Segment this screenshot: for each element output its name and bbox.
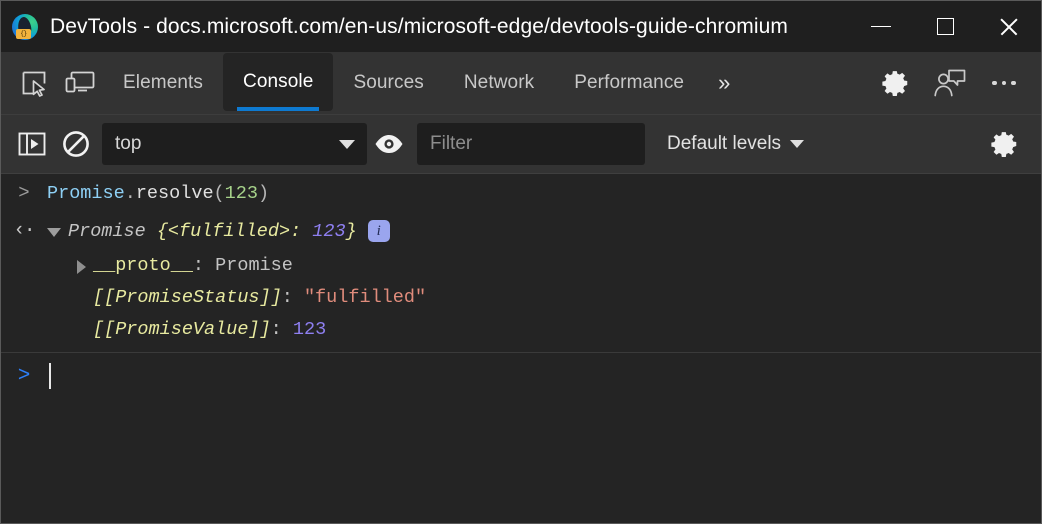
property-key: __proto__ [93,255,193,276]
console-settings-button[interactable] [983,122,1027,166]
tab-network[interactable]: Network [444,52,554,114]
more-tabs-button[interactable]: » [704,52,744,114]
devtools-badge: {} [16,28,31,39]
device-emulation-icon [65,70,95,96]
clear-console-icon [62,130,90,158]
console-message-area[interactable]: > Promise.resolve(123) ‹· Promise {<fulf… [1,173,1041,523]
tab-console[interactable]: Console [223,53,334,111]
log-levels-label: Default levels [667,133,782,154]
return-value-icon: ‹· [13,219,36,241]
close-icon [998,16,1020,38]
code-token-method: resolve [135,182,214,204]
gear-icon [881,68,911,98]
tab-network-label: Network [463,72,535,93]
property-key: [[PromiseStatus]] [93,287,282,308]
tab-sources[interactable]: Sources [333,52,443,114]
devtools-window: {} DevTools - docs.microsoft.com/en-us/m… [0,0,1042,524]
property-separator: : [270,319,293,340]
code-token-number: 123 [224,182,258,204]
result-value: 123 [312,220,346,242]
console-sidebar-toggle-icon [18,131,46,157]
result-state-open: {<fulfilled>: [145,220,313,242]
console-property-promisevalue[interactable]: [[PromiseValue]]: 123 [1,313,1041,345]
inspect-element-button[interactable] [11,60,57,106]
console-toolbar: top Filter Default levels [1,114,1041,173]
more-options-icon [992,80,1016,86]
console-input-message[interactable]: > Promise.resolve(123) [1,174,1041,212]
edge-devtools-icon: {} [12,13,38,40]
clear-console-button[interactable] [54,122,98,166]
javascript-context-select[interactable]: top [102,123,367,165]
more-options-button[interactable] [977,56,1031,110]
code-token-paren-close: ) [257,182,270,204]
feedback-button[interactable] [923,56,977,110]
console-input-code: Promise.resolve(123) [47,174,269,213]
console-filter-input[interactable]: Filter [417,123,645,165]
expand-triangle-icon[interactable] [47,227,61,237]
console-prompt-row[interactable]: > [1,353,1041,399]
prompt-caret-icon: > [17,364,31,388]
info-badge[interactable]: i [367,220,390,242]
window-controls [849,1,1041,52]
devtools-tab-bar: Elements Console Sources Network Perform… [1,52,1041,114]
console-rows: > Promise.resolve(123) ‹· Promise {<fulf… [1,174,1041,399]
chevron-down-icon [339,140,355,149]
tab-performance-label: Performance [574,72,685,93]
code-token-paren-open: ( [213,182,225,204]
result-state-close: } [345,220,357,242]
active-tab-underline [237,107,320,111]
settings-button[interactable] [869,56,923,110]
title-bar-left: {} DevTools - docs.microsoft.com/en-us/m… [1,13,849,40]
console-property-promisestatus[interactable]: [[PromiseStatus]]: "fulfilled" [1,281,1041,313]
title-bar: {} DevTools - docs.microsoft.com/en-us/m… [1,1,1041,52]
property-value: "fulfilled" [303,287,427,308]
code-token-dot: . [124,182,136,204]
console-filter-placeholder: Filter [430,133,473,154]
console-toolbar-actions [983,122,1041,166]
console-result-code: Promise {<fulfilled>: 123} i [47,212,390,250]
minimize-icon [871,26,891,27]
tab-elements[interactable]: Elements [103,52,223,114]
console-result-message[interactable]: ‹· Promise {<fulfilled>: 123} i [1,212,1041,249]
text-cursor [49,363,51,389]
code-token-identifier: Promise [47,182,125,204]
property-key: [[PromiseValue]] [93,319,271,340]
result-object-name: Promise [68,220,146,242]
feedback-person-icon [933,68,967,98]
console-sidebar-toggle-button[interactable] [10,122,54,166]
maximize-button[interactable] [913,1,977,52]
property-value: 123 [292,319,327,340]
input-prompt-icon: > [18,181,30,204]
inspect-element-icon [20,69,48,97]
property-separator: : [281,287,304,308]
collapse-triangle-icon[interactable] [77,259,86,274]
tab-console-label: Console [243,71,314,92]
tab-sources-label: Sources [353,72,424,93]
result-gutter: ‹· [1,212,47,249]
log-levels-select[interactable]: Default levels [667,133,805,155]
javascript-context-value: top [115,133,142,154]
console-property-proto[interactable]: __proto__: Promise [1,249,1041,281]
tab-performance[interactable]: Performance [554,52,704,114]
prompt-gutter: > [1,353,47,399]
window-title: DevTools - docs.microsoft.com/en-us/micr… [50,14,789,38]
input-gutter: > [1,174,47,212]
maximize-icon [936,18,954,35]
property-separator: : [192,255,216,276]
live-expression-eye-icon [374,133,404,155]
live-expression-button[interactable] [367,122,411,166]
device-emulation-button[interactable] [57,60,103,106]
tab-bar-actions [869,56,1041,110]
tab-elements-label: Elements [123,72,204,93]
gear-icon [990,129,1020,159]
close-button[interactable] [977,1,1041,52]
chevron-down-icon [790,140,805,148]
property-value: Promise [215,255,293,276]
minimize-button[interactable] [849,1,913,52]
